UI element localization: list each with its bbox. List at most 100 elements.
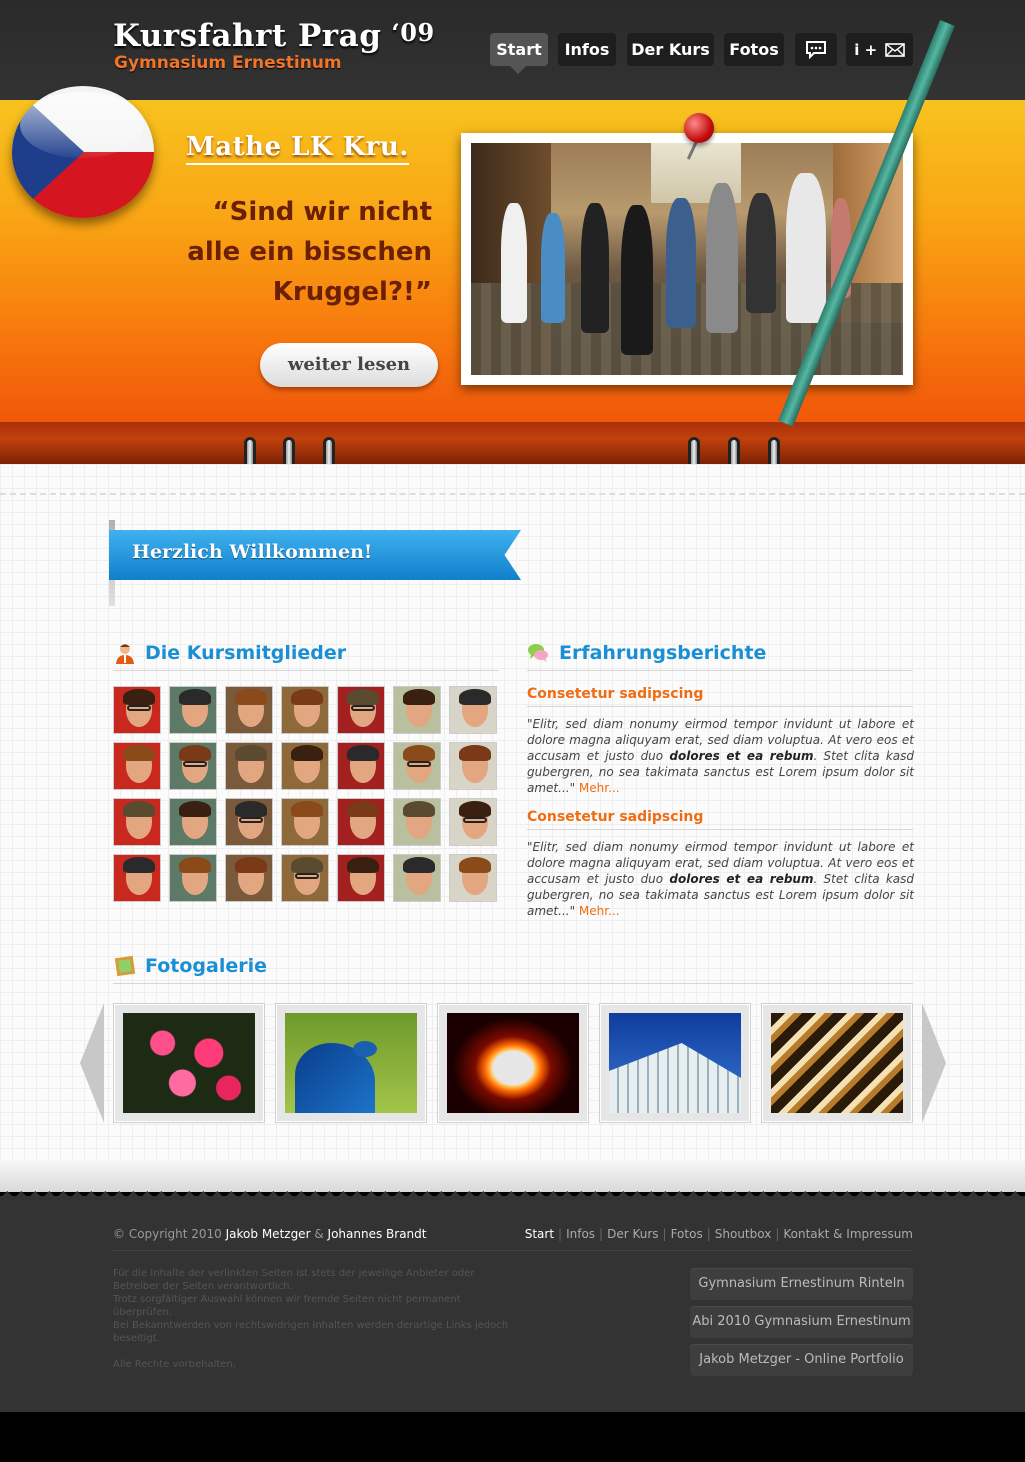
member-avatar[interactable] [337,798,385,846]
nav-infos[interactable]: Infos [558,33,616,66]
member-avatar[interactable] [225,742,273,790]
member-avatar[interactable] [449,686,497,734]
footer-link-portfolio[interactable]: Jakob Metzger - Online Portfolio [690,1344,913,1376]
gallery-next-arrow-icon[interactable] [922,1003,946,1123]
hero-quote-line: Kruggel?!” [272,277,432,307]
member-avatar[interactable] [393,742,441,790]
photo-person [666,198,696,328]
gallery-thumb-peacock[interactable] [275,1003,427,1123]
footer-nav-start[interactable]: Start [525,1227,554,1241]
member-avatar[interactable] [337,742,385,790]
member-avatar[interactable] [281,798,329,846]
footer-nav-der-kurs[interactable]: Der Kurs [607,1227,658,1241]
member-avatar[interactable] [169,742,217,790]
member-avatar[interactable] [113,742,161,790]
member-avatar[interactable] [393,854,441,902]
member-avatar[interactable] [113,798,161,846]
report-more-link[interactable]: Mehr... [579,781,620,795]
nav-start[interactable]: Start [490,33,548,74]
member-avatar[interactable] [225,686,273,734]
footer-nav-fotos[interactable]: Fotos [671,1227,703,1241]
avatar-hair [179,745,211,761]
member-avatar[interactable] [281,742,329,790]
member-avatar[interactable] [113,686,161,734]
footer-link-abi2010[interactable]: Abi 2010 Gymnasium Ernestinum [690,1306,913,1338]
gallery-thumb-light-ring[interactable] [437,1003,589,1123]
nav-info-contact-button[interactable]: i + [846,33,913,66]
avatar-hair [235,857,267,873]
copyright-text: © Copyright 2010 [113,1227,222,1241]
member-avatar[interactable] [449,742,497,790]
hero-heading[interactable]: Mathe LK Kru. [186,132,409,165]
avatar-glasses [127,705,151,711]
gallery-thumb-stairs[interactable] [761,1003,913,1123]
avatar-hair [459,857,491,873]
avatar-hair [291,801,323,817]
avatar-hair [347,689,379,705]
peacock-image [285,1013,417,1113]
photo-person [746,193,776,313]
report-more-link[interactable]: Mehr... [579,904,620,918]
flowers-image [123,1013,255,1113]
report-title[interactable]: Consetetur sadipscing [527,686,703,702]
separator: | [599,1227,604,1241]
member-avatar[interactable] [225,798,273,846]
gallery-divider [113,983,913,984]
nav-der-kurs[interactable]: Der Kurs [627,33,714,66]
site-title-year: ‘09 [391,18,435,47]
footer-nav-shoutbox[interactable]: Shoutbox [715,1227,772,1241]
welcome-title: Herzlich Willkommen! [132,541,373,563]
avatar-hair [179,857,211,873]
read-more-button[interactable]: weiter lesen [260,343,438,387]
photo-person [541,213,565,323]
separator: | [706,1227,711,1241]
footer-disclaimer: Für die Inhalte der verlinkten Seiten is… [113,1267,513,1371]
nav-shoutbox-button[interactable] [795,33,837,66]
nav-fotos[interactable]: Fotos [724,33,784,66]
light-ring-image [447,1013,579,1113]
member-avatar[interactable] [169,854,217,902]
report-text: "Elitr, sed diam nonumy eirmod tempor in… [527,716,914,796]
gallery-thumb-flowers[interactable] [113,1003,265,1123]
hero-quote: “Sind wir nicht alle ein bisschen Krugge… [170,192,432,312]
members-divider [113,670,499,671]
gallery-thumb-building[interactable] [599,1003,751,1123]
avatar-hair [291,689,323,705]
avatar-hair [235,689,267,705]
member-avatar[interactable] [225,854,273,902]
gallery-prev-arrow-icon[interactable] [80,1003,104,1123]
building-shape [609,1043,741,1113]
photo-person [621,205,653,355]
member-avatar[interactable] [393,686,441,734]
footer-zigzag [0,1184,1025,1198]
user-icon [116,644,134,664]
member-avatar[interactable] [449,798,497,846]
members-title: Die Kursmitglieder [145,642,347,664]
member-avatar[interactable] [113,854,161,902]
picture-frame-icon [114,955,136,977]
member-avatar[interactable] [169,686,217,734]
footer-link-ernestinum[interactable]: Gymnasium Ernestinum Rinteln [690,1268,913,1300]
stairs-image [771,1013,903,1113]
footer-nav-kontakt[interactable]: Kontakt & Impressum [783,1227,913,1241]
flag-gloss [20,92,144,158]
report-divider [527,829,913,830]
amp-text: & [314,1227,324,1241]
member-avatar[interactable] [281,686,329,734]
author-link[interactable]: Johannes Brandt [328,1227,427,1241]
member-avatar[interactable] [337,854,385,902]
footer-nav-infos[interactable]: Infos [566,1227,595,1241]
author-link[interactable]: Jakob Metzger [226,1227,311,1241]
member-avatar[interactable] [393,798,441,846]
avatar-hair [123,801,155,817]
member-avatar[interactable] [169,798,217,846]
photo-person [501,203,527,323]
hero-photo [471,143,903,375]
member-avatar[interactable] [449,854,497,902]
member-avatar[interactable] [337,686,385,734]
separator: | [775,1227,780,1241]
member-avatar[interactable] [281,854,329,902]
site-title[interactable]: Kursfahrt Prag ‘09 [113,18,435,54]
report-title[interactable]: Consetetur sadipscing [527,809,703,825]
czech-flag-badge [12,86,154,218]
